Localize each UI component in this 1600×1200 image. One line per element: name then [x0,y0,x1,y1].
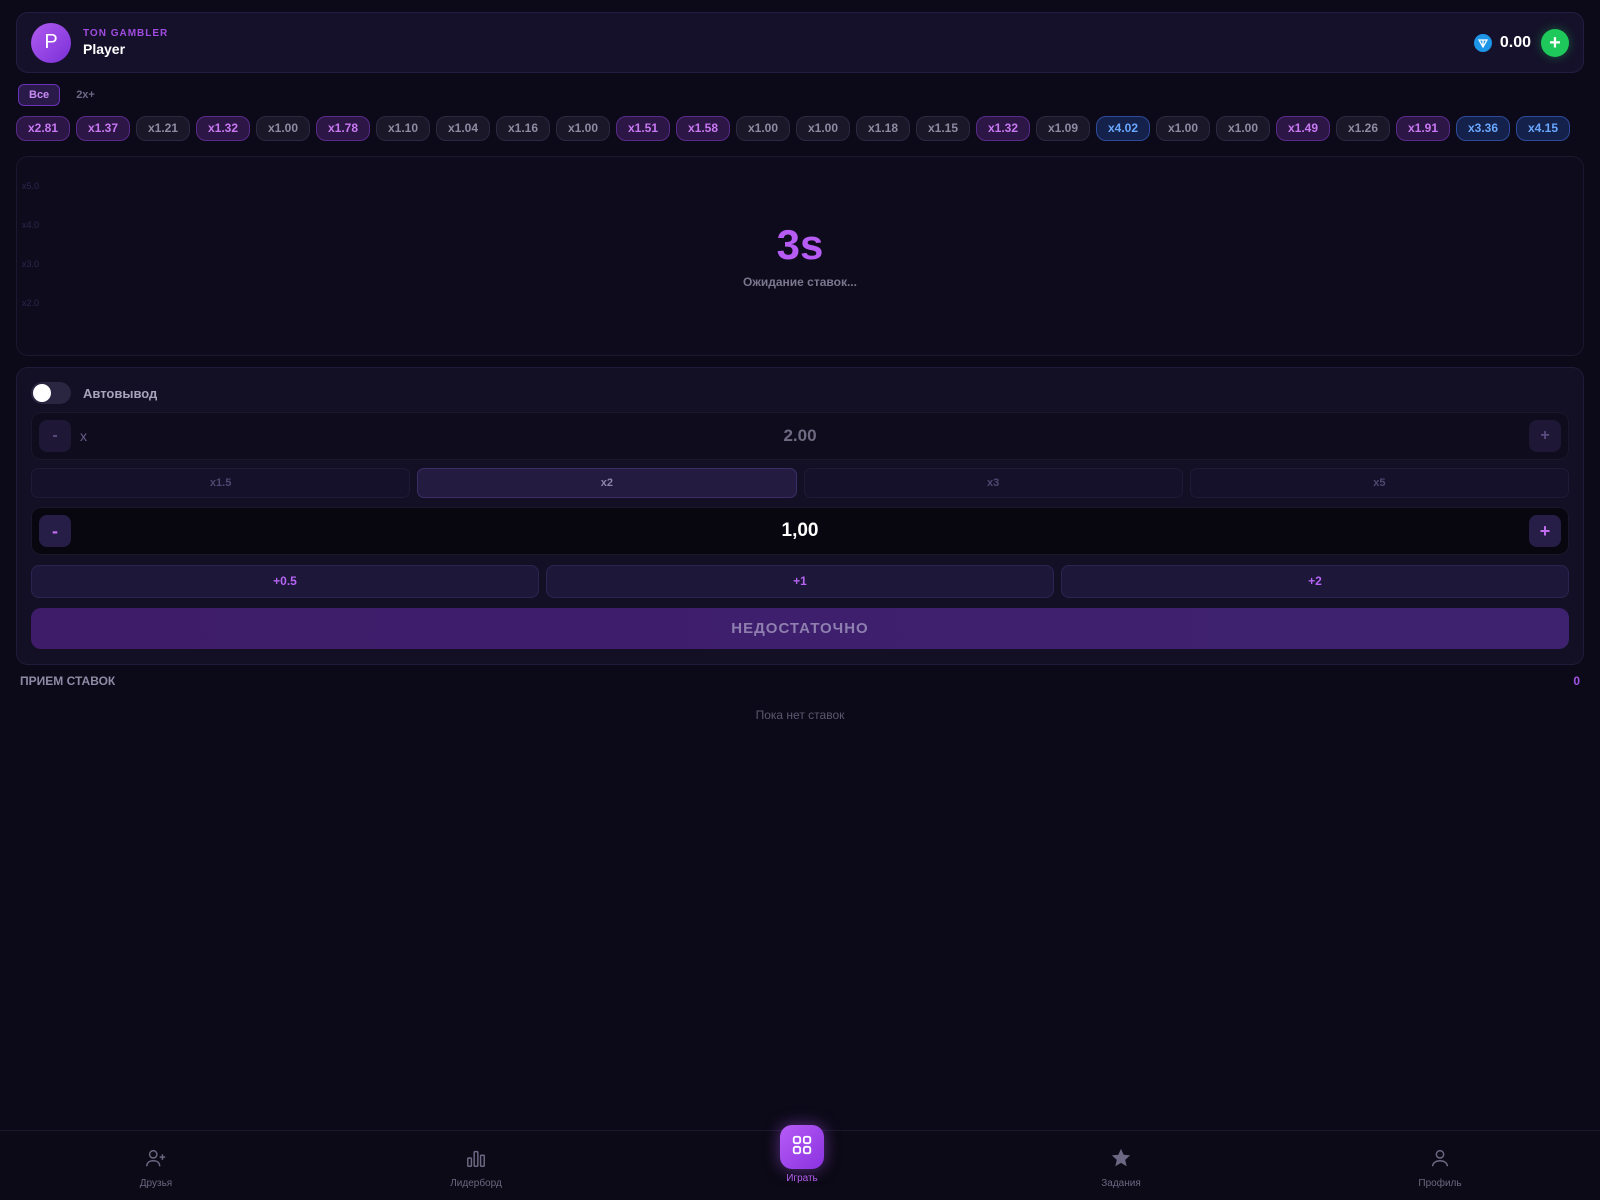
bet-panel: Автовывод - x 2.00 + x1.5 x2 x3 x5 - 1,0… [16,367,1584,665]
history-chip[interactable]: x1.32 [196,116,250,141]
star-icon [1110,1147,1132,1174]
history-chip[interactable]: x1.37 [76,116,130,141]
balance: 0.00 + [1473,28,1569,57]
grid-icon [791,1134,813,1161]
history-chip[interactable]: x1.21 [136,116,190,141]
nav-tasks[interactable]: Задания [1061,1147,1181,1189]
toggle-knob [33,384,51,402]
autocashout-row: Автовывод [31,382,157,404]
bet-amount-row: - 1,00 + [31,507,1569,555]
nav-profile[interactable]: Профиль [1380,1147,1500,1189]
deposit-button[interactable]: + [1541,28,1569,57]
ton-icon [1473,33,1492,52]
history-chip[interactable]: x1.00 [1216,116,1270,141]
preset-x5[interactable]: x5 [1189,468,1569,498]
add-user-icon [145,1147,167,1174]
autocashout-value[interactable]: 2.00 [32,426,1568,446]
multiplier-history: x2.81 x1.37 x1.21 x1.32 x1.00 x1.78 x1.10 x1.04… [16,116,1584,142]
bottom-nav: Друзья Лидерборд Задания Профиль [0,1125,1600,1200]
history-chip[interactable]: x1.00 [796,116,850,141]
nav-label: Друзья [139,1178,173,1189]
place-bet-button[interactable]: НЕДОСТАТОЧНО [31,608,1569,649]
nav-friends[interactable]: Друзья [96,1147,216,1189]
autocashout-input-row: - x 2.00 + [31,412,1569,460]
bar-chart-icon [465,1147,487,1174]
history-chip[interactable]: x4.15 [1516,116,1570,141]
bets-header: ПРИЕМ СТАВОК 0 [20,674,1580,688]
filter-2x[interactable]: 2x+ [66,84,105,106]
brand-name: TON GAMBLER [83,28,169,39]
nav-label: Профиль [1418,1178,1462,1189]
autocashout-plus-button[interactable]: + [1529,420,1561,452]
top-header: P TON GAMBLER Player 0.00 + [16,12,1584,73]
username: Player [83,41,126,57]
nav-label: Задания [1101,1178,1141,1189]
history-chip[interactable]: x1.00 [256,116,310,141]
user-icon [1429,1147,1451,1174]
user-info[interactable]: P TON GAMBLER Player [31,22,168,63]
history-chip[interactable]: x1.51 [616,116,670,141]
preset-x3[interactable]: x3 [803,468,1183,498]
game-area: x5.0 x4.0 x3.0 x2.0 3s Ожидание ставок..… [16,156,1584,356]
quick-add-0-5[interactable]: +0.5 [31,565,539,598]
nav-leaderboard[interactable]: Лидерборд [416,1147,536,1189]
history-chip[interactable]: x1.10 [376,116,430,141]
preset-x2[interactable]: x2 [417,468,797,498]
history-chip[interactable]: x1.18 [856,116,910,141]
history-chip[interactable]: x1.26 [1336,116,1390,141]
history-chip[interactable]: x3.36 [1456,116,1510,141]
countdown: 3s [776,221,824,268]
bets-count: 0 [1573,674,1580,688]
autocashout-toggle[interactable] [31,382,71,404]
user-text: TON GAMBLER Player [83,28,168,57]
history-chip[interactable]: x1.78 [316,116,370,141]
history-chip[interactable]: x1.32 [976,116,1030,141]
avatar[interactable]: P [31,22,71,63]
history-chip[interactable]: x1.09 [1036,116,1090,141]
game-status: Ожидание ставок... [743,275,857,289]
history-chip[interactable]: x1.15 [916,116,970,141]
history-chip[interactable]: x1.58 [676,116,730,141]
bets-empty-message: Пока нет ставок [755,708,845,722]
history-filters: Все 2x+ [18,84,105,106]
quick-add-2[interactable]: +2 [1061,565,1569,598]
preset-x1-5[interactable]: x1.5 [31,468,411,498]
history-chip[interactable]: x1.16 [496,116,550,141]
nav-play-label[interactable]: Играть [742,1173,862,1184]
multiplier-presets: x1.5 x2 x3 x5 [31,468,1569,498]
quick-add-1[interactable]: +1 [546,565,1054,598]
history-chip[interactable]: x4.02 [1096,116,1150,141]
bet-amount[interactable]: 1,00 [32,520,1568,542]
quick-add-row: +0.5 +1 +2 [31,565,1569,598]
history-chip[interactable]: x1.49 [1276,116,1330,141]
history-chip[interactable]: x1.91 [1396,116,1450,141]
history-chip[interactable]: x1.00 [556,116,610,141]
amount-plus-button[interactable]: + [1529,515,1561,547]
history-chip[interactable]: x1.04 [436,116,490,141]
axis-label: x5.0 [22,181,40,191]
autocashout-label: Автовывод [83,385,158,401]
history-chip[interactable]: x1.00 [1156,116,1210,141]
axis-label: x2.0 [22,298,40,308]
balance-value: 0.00 [1499,33,1531,51]
bets-title: ПРИЕМ СТАВОК [20,674,116,688]
filter-all[interactable]: Все [18,84,61,106]
nav-label: Лидерборд [450,1178,502,1189]
history-chip[interactable]: x2.81 [16,116,70,141]
history-chip[interactable]: x1.00 [736,116,790,141]
nav-play-button[interactable] [780,1125,824,1169]
